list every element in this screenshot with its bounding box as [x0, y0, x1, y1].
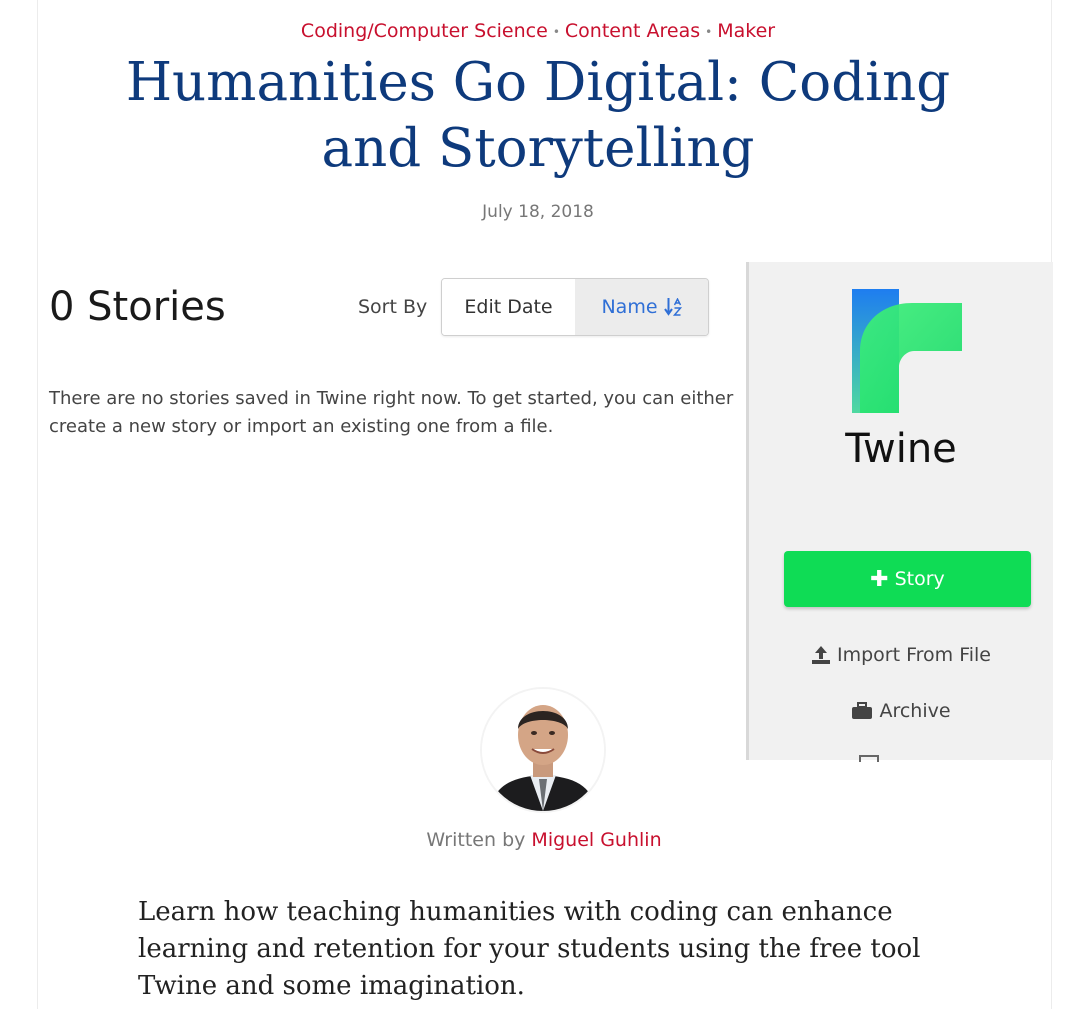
sort-label: Sort By	[358, 296, 428, 318]
sort-edit-date-button[interactable]: Edit Date	[442, 279, 575, 335]
category-link-maker[interactable]: Maker	[717, 20, 775, 42]
author-photo	[482, 689, 604, 811]
sort-name-label: Name	[601, 296, 658, 318]
sort-name-button[interactable]: Name	[575, 279, 708, 335]
author-byline: Written by Miguel Guhlin	[0, 829, 1076, 851]
sort-alpha-icon	[663, 298, 682, 316]
byline-prefix: Written by	[426, 829, 526, 851]
new-story-button[interactable]: ✚ Story	[784, 551, 1031, 607]
article-lede: Learn how teaching humanities with codin…	[138, 897, 921, 1001]
archive-label: Archive	[879, 700, 951, 722]
twine-logo	[852, 289, 962, 413]
twine-sidebar: Twine ✚ Story Import From File Archive	[746, 262, 1053, 762]
briefcase-icon	[852, 702, 873, 719]
upload-icon	[811, 646, 830, 664]
author-link[interactable]: Miguel Guhlin	[531, 829, 661, 851]
import-from-file-label: Import From File	[836, 644, 991, 666]
article-title: Humanities Go Digital: Coding and Storyt…	[125, 52, 951, 179]
twine-brand-name: Twine	[845, 426, 957, 472]
stories-heading: 0 Stories	[49, 284, 226, 330]
archive-link[interactable]: Archive	[749, 700, 1053, 722]
category-separator: •	[705, 24, 713, 39]
category-link-content-areas[interactable]: Content Areas	[565, 20, 700, 42]
sort-edit-date-label: Edit Date	[464, 296, 553, 318]
article-date: July 18, 2018	[482, 202, 594, 222]
category-separator: •	[552, 24, 560, 39]
import-from-file-link[interactable]: Import From File	[749, 644, 1053, 666]
cropped-icon	[859, 755, 879, 762]
author-avatar[interactable]	[482, 689, 604, 811]
category-link-coding[interactable]: Coding/Computer Science	[301, 20, 548, 42]
featured-image-twine: 0 Stories Sort By Edit Date Name There a…	[38, 262, 1053, 762]
category-list: Coding/Computer Science • Content Areas • Ma…	[0, 20, 1076, 42]
new-story-label: Story	[894, 568, 945, 590]
empty-stories-message: There are no stories saved in Twine righ…	[49, 388, 734, 437]
plus-icon: ✚	[870, 566, 889, 592]
sort-toggle: Edit Date Name	[441, 278, 709, 336]
